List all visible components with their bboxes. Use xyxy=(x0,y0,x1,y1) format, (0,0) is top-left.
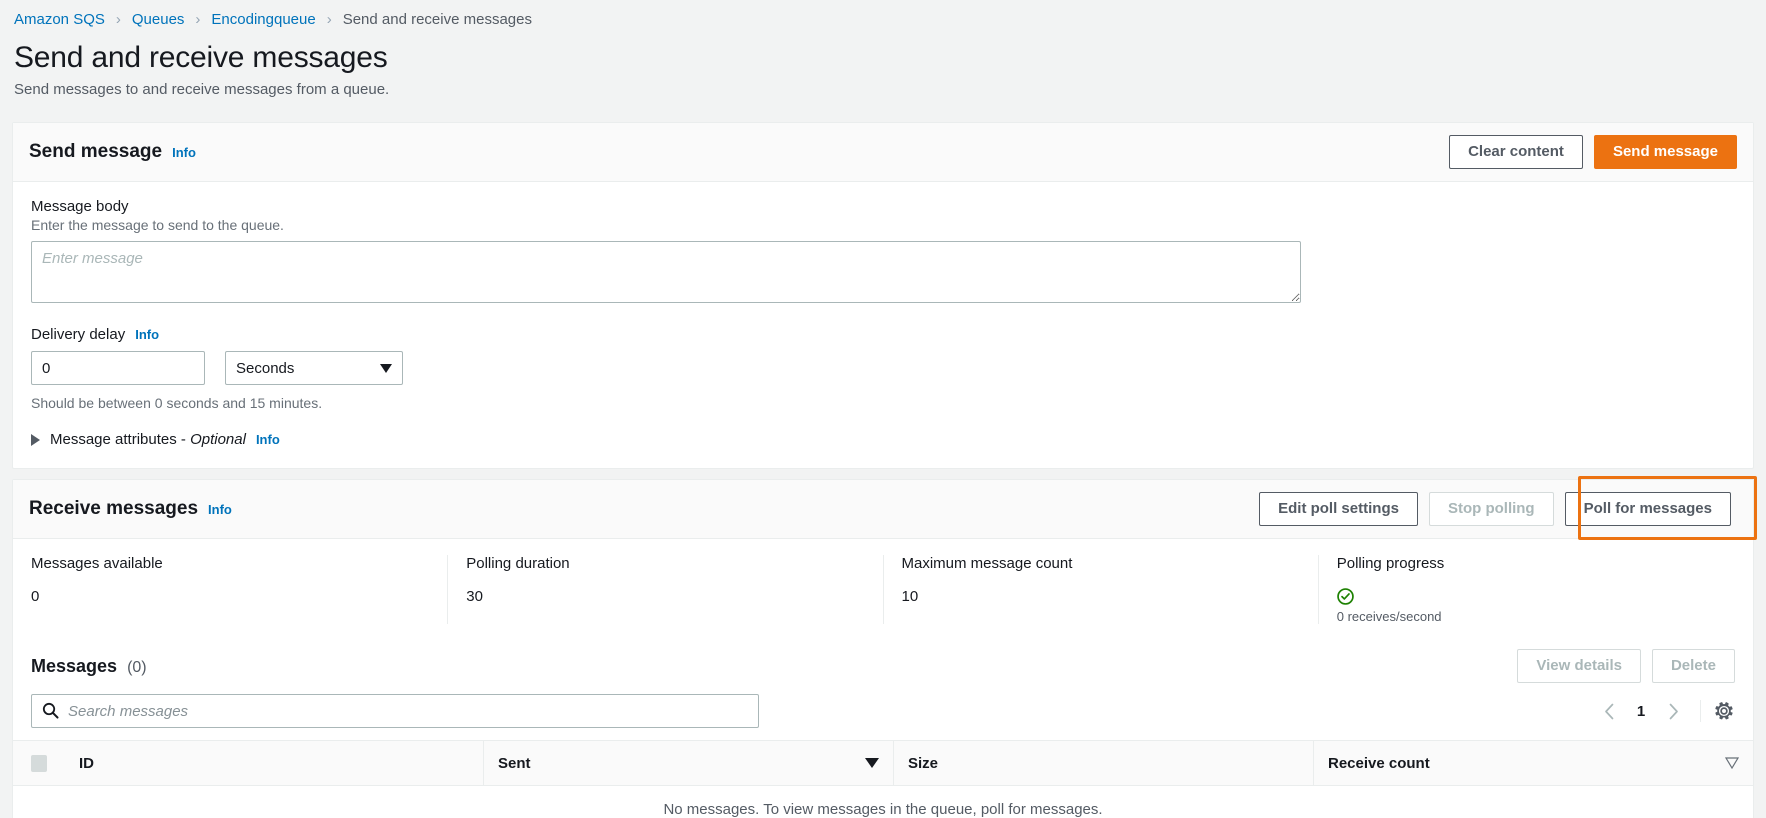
metric-label: Polling progress xyxy=(1337,555,1735,572)
sort-descending-icon[interactable] xyxy=(865,758,879,768)
poll-for-messages-button[interactable]: Poll for messages xyxy=(1565,492,1731,526)
view-details-button: View details xyxy=(1517,649,1641,683)
metric-polling-duration: Polling duration 30 xyxy=(448,555,883,624)
next-page-icon[interactable] xyxy=(1658,696,1688,726)
message-body-description: Enter the message to send to the queue. xyxy=(31,217,1735,233)
send-message-panel-body: Message body Enter the message to send t… xyxy=(13,182,1753,468)
empty-state-text: No messages. To view messages in the que… xyxy=(663,801,1102,818)
send-message-button[interactable]: Send message xyxy=(1594,135,1737,169)
breadcrumb-item-current: Send and receive messages xyxy=(343,12,532,27)
search-messages-input[interactable] xyxy=(31,694,759,728)
messages-table-title: Messages xyxy=(31,656,117,677)
send-message-panel-header: Send message Info Clear content Send mes… xyxy=(13,123,1753,182)
delivery-delay-input[interactable] xyxy=(31,351,205,385)
pagination: 1 xyxy=(1594,696,1735,726)
metric-label: Maximum message count xyxy=(902,555,1300,572)
metric-polling-progress: Polling progress 0 receives/second xyxy=(1319,555,1753,624)
search-messages-field[interactable] xyxy=(31,694,759,728)
delivery-delay-hint: Should be between 0 seconds and 15 minut… xyxy=(31,395,1735,411)
breadcrumb-separator-icon: › xyxy=(327,12,332,27)
metric-value: 10 xyxy=(902,588,1300,605)
messages-table-empty-state: No messages. To view messages in the que… xyxy=(13,786,1753,818)
sort-icon[interactable] xyxy=(1725,757,1739,769)
message-attributes-label: Message attributes - xyxy=(50,431,190,448)
messages-count: (0) xyxy=(127,659,147,677)
message-attributes-expander[interactable]: Message attributes - Optional Info xyxy=(31,431,1735,448)
edit-poll-settings-button[interactable]: Edit poll settings xyxy=(1259,492,1418,526)
select-all-checkbox[interactable] xyxy=(31,755,47,772)
previous-page-icon[interactable] xyxy=(1594,696,1624,726)
page-subtitle: Send messages to and receive messages fr… xyxy=(14,81,1752,98)
message-body-label: Message body xyxy=(31,198,1735,215)
metric-label: Messages available xyxy=(31,555,429,572)
column-header-id[interactable]: ID xyxy=(65,741,483,785)
delivery-delay-info-link[interactable]: Info xyxy=(135,327,159,342)
send-message-info-link[interactable]: Info xyxy=(172,145,196,160)
select-all-header xyxy=(13,741,65,785)
polling-rate-text: 0 receives/second xyxy=(1337,609,1735,624)
page-header: Send and receive messages Send messages … xyxy=(0,27,1766,98)
messages-table-header: Messages (0) View details Delete xyxy=(13,642,1753,686)
column-label: Sent xyxy=(498,755,531,772)
breadcrumb-separator-icon: › xyxy=(116,12,121,27)
receive-messages-panel-header: Receive messages Info Edit poll settings… xyxy=(13,480,1753,539)
metric-label: Polling duration xyxy=(466,555,864,572)
delivery-delay-unit-value: Seconds xyxy=(236,360,294,377)
column-header-sent[interactable]: Sent xyxy=(483,741,893,785)
column-label: Size xyxy=(908,755,938,772)
metric-value: 0 xyxy=(31,588,429,605)
breadcrumb-item-queues[interactable]: Queues xyxy=(132,12,185,27)
pager-divider xyxy=(1700,700,1701,722)
metric-messages-available: Messages available 0 xyxy=(13,555,448,624)
send-message-title: Send message xyxy=(29,141,162,163)
receive-messages-info-link[interactable]: Info xyxy=(208,502,232,517)
breadcrumb-item-encodingqueue[interactable]: Encodingqueue xyxy=(211,12,315,27)
message-attributes-optional: Optional xyxy=(190,431,246,448)
breadcrumb: Amazon SQS › Queues › Encodingqueue › Se… xyxy=(0,0,1766,27)
column-header-receive-count[interactable]: Receive count xyxy=(1313,741,1753,785)
delivery-delay-unit-select[interactable]: Seconds xyxy=(225,351,403,385)
page-number[interactable]: 1 xyxy=(1628,703,1654,720)
page-title: Send and receive messages xyxy=(14,41,1752,75)
chevron-right-icon[interactable] xyxy=(31,434,40,446)
receive-messages-panel: Receive messages Info Edit poll settings… xyxy=(12,479,1754,818)
search-icon xyxy=(42,702,59,719)
clear-content-button[interactable]: Clear content xyxy=(1449,135,1583,169)
column-label: ID xyxy=(79,755,94,772)
chevron-down-icon xyxy=(380,364,392,373)
receive-messages-title: Receive messages xyxy=(29,498,198,520)
send-message-panel: Send message Info Clear content Send mes… xyxy=(12,122,1754,469)
message-attributes-info-link[interactable]: Info xyxy=(256,432,280,447)
receive-metrics-row: Messages available 0 Polling duration 30… xyxy=(13,539,1753,642)
breadcrumb-item-amazon-sqs[interactable]: Amazon SQS xyxy=(14,12,105,27)
delivery-delay-label: Delivery delay xyxy=(31,326,125,343)
metric-value: 30 xyxy=(466,588,864,605)
check-circle-icon xyxy=(1337,588,1354,605)
breadcrumb-separator-icon: › xyxy=(195,12,200,27)
metric-maximum-message-count: Maximum message count 10 xyxy=(884,555,1319,624)
stop-polling-button: Stop polling xyxy=(1429,492,1554,526)
messages-table-head: ID Sent Size Receive count xyxy=(13,740,1753,786)
column-label: Receive count xyxy=(1328,755,1430,772)
messages-table-toolbar: 1 xyxy=(13,686,1753,740)
column-header-size[interactable]: Size xyxy=(893,741,1313,785)
delete-button: Delete xyxy=(1652,649,1735,683)
gear-icon[interactable] xyxy=(1713,700,1735,722)
delivery-delay-row: Seconds xyxy=(31,351,1735,385)
message-body-input[interactable] xyxy=(31,241,1301,303)
